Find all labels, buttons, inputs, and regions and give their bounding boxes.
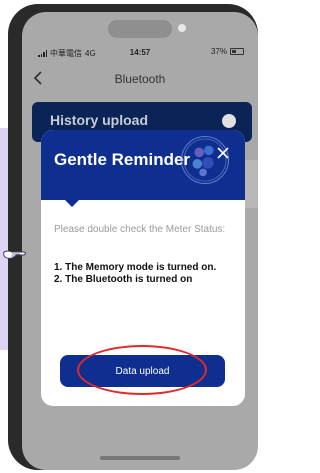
highlight-ellipse: [77, 345, 207, 395]
modal-header: Gentle Reminder: [41, 130, 245, 200]
header-tip: [65, 200, 79, 207]
status-right: 37%: [211, 47, 244, 56]
modal-subtitle: Please double check the Meter Status:: [54, 224, 226, 235]
card-status-icon: [222, 114, 236, 128]
status-bar: 中華電信 4G 14:57 37%: [22, 46, 258, 60]
home-indicator: [100, 456, 180, 460]
nav-title: Bluetooth: [114, 72, 166, 86]
history-upload-label: History upload: [50, 112, 149, 128]
modal-title: Gentle Reminder: [54, 150, 191, 169]
battery-percent: 37%: [210, 47, 227, 56]
app-screen: 中華電信 4G 14:57 37% Bluetooth History uplo…: [22, 12, 258, 470]
reminder-modal: Gentle Reminder Please double check the …: [41, 130, 245, 406]
camera-dot: [178, 24, 186, 32]
camera-notch: [108, 20, 172, 38]
logo-icon: [181, 136, 229, 184]
reminder-item-bluetooth: 2. The Bluetooth is turned on: [54, 274, 193, 285]
close-icon[interactable]: [216, 146, 230, 160]
phone-frame: 中華電信 4G 14:57 37% Bluetooth History uplo…: [8, 4, 258, 470]
reminder-item-memory: 1. The Memory mode is turned on.: [54, 262, 217, 273]
hand-pointer-icon: [3, 250, 26, 259]
battery-icon: [230, 48, 244, 55]
